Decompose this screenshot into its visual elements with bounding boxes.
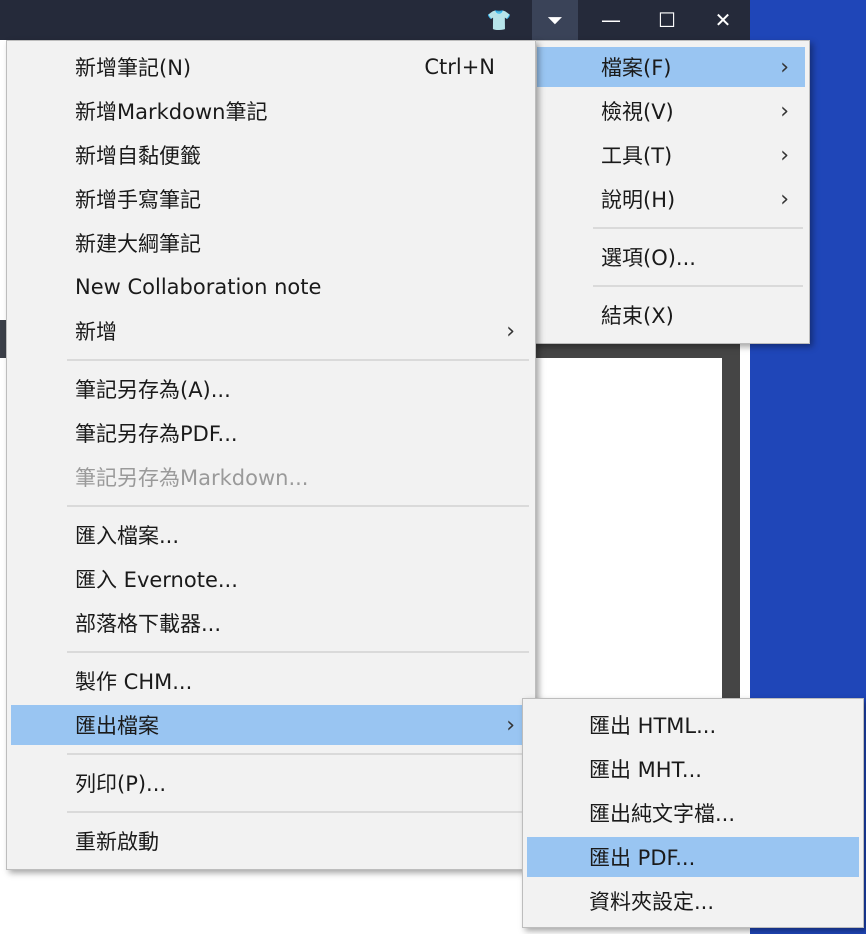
editor-frame [722, 340, 740, 720]
menu-item-export-html[interactable]: 匯出 HTML... [527, 705, 859, 745]
menu-item-new-collaboration-note[interactable]: New Collaboration note [11, 267, 531, 307]
menu-item-save-note-as-markdown: 筆記另存為Markdown... [11, 457, 531, 497]
menu-separator [67, 359, 529, 361]
chevron-right-icon: › [780, 142, 789, 168]
menu-item-folder-settings[interactable]: 資料夾設定... [527, 881, 859, 921]
menu-item-label: 結束(X) [601, 304, 674, 328]
menu-item-label: 新增筆記(N) [75, 56, 192, 80]
menu-item-label: 新建大綱筆記 [75, 232, 201, 256]
menu-item-new-handwriting-note[interactable]: 新增手寫筆記 [11, 179, 531, 219]
menu-item-label: 匯出 PDF... [589, 846, 696, 870]
menu-item-label: 工具(T) [601, 144, 673, 168]
menu-item-label: 說明(H) [601, 188, 676, 212]
menu-item-export-text[interactable]: 匯出純文字檔... [527, 793, 859, 833]
menu-item-export-mht[interactable]: 匯出 MHT... [527, 749, 859, 789]
menu-item-options[interactable]: 選項(O)... [537, 237, 805, 277]
menu-item-label: 匯出 HTML... [589, 714, 717, 738]
menu-separator [593, 285, 803, 287]
minimize-icon[interactable]: — [588, 0, 634, 40]
menu-item-label: 筆記另存為(A)... [75, 378, 231, 402]
main-menu: 檔案(F) › 檢視(V) › 工具(T) › 說明(H) › 選項(O)...… [532, 40, 810, 344]
menu-item-export-pdf[interactable]: 匯出 PDF... [527, 837, 859, 877]
menu-item-label: 新增手寫筆記 [75, 188, 201, 212]
skin-icon[interactable]: 👕 [476, 0, 522, 40]
menu-item-restart[interactable]: 重新啟動 [11, 821, 531, 861]
menu-item-label: 選項(O)... [601, 246, 696, 270]
menu-item-view[interactable]: 檢視(V) › [537, 91, 805, 131]
menu-item-save-note-as-pdf[interactable]: 筆記另存為PDF... [11, 413, 531, 453]
menu-item-print[interactable]: 列印(P)... [11, 763, 531, 803]
menu-item-label: 檔案(F) [601, 56, 672, 80]
menu-item-label: 筆記另存為Markdown... [75, 466, 309, 490]
chevron-right-icon: › [780, 54, 789, 80]
menu-item-new-sticky-note[interactable]: 新增自黏便籤 [11, 135, 531, 175]
menu-separator [67, 753, 529, 755]
menu-item-label: 匯出純文字檔... [589, 802, 736, 826]
close-icon[interactable]: ✕ [700, 0, 746, 40]
shortcut-label: Ctrl+N [424, 55, 495, 79]
menu-item-export-file[interactable]: 匯出檔案 › [11, 705, 531, 745]
menu-item-file[interactable]: 檔案(F) › [537, 47, 805, 87]
chevron-right-icon: › [506, 712, 515, 738]
menu-separator [67, 651, 529, 653]
menu-item-label: New Collaboration note [75, 275, 322, 299]
menu-item-new-note[interactable]: 新增筆記(N) Ctrl+N [11, 47, 531, 87]
menu-item-label: 列印(P)... [75, 772, 167, 796]
menu-item-tools[interactable]: 工具(T) › [537, 135, 805, 175]
menu-item-save-note-as[interactable]: 筆記另存為(A)... [11, 369, 531, 409]
menu-separator [67, 505, 529, 507]
menu-item-label: 筆記另存為PDF... [75, 422, 238, 446]
menu-item-label: 匯出 MHT... [589, 758, 702, 782]
menu-item-label: 匯入 Evernote... [75, 568, 238, 592]
menu-item-new[interactable]: 新增 › [11, 311, 531, 351]
menu-separator [593, 227, 803, 229]
menu-item-label: 資料夾設定... [589, 890, 715, 914]
menu-item-label: 部落格下載器... [75, 612, 222, 636]
chevron-right-icon: › [780, 186, 789, 212]
menu-item-import-evernote[interactable]: 匯入 Evernote... [11, 559, 531, 599]
menu-separator [67, 811, 529, 813]
menu-item-make-chm[interactable]: 製作 CHM... [11, 661, 531, 701]
menu-item-exit[interactable]: 結束(X) [537, 295, 805, 335]
menu-item-label: 匯入檔案... [75, 524, 180, 548]
menu-item-import-file[interactable]: 匯入檔案... [11, 515, 531, 555]
file-submenu: 新增筆記(N) Ctrl+N 新增Markdown筆記 新增自黏便籤 新增手寫筆… [6, 40, 536, 870]
maximize-icon[interactable]: ☐ [644, 0, 690, 40]
menu-item-label: 新增Markdown筆記 [75, 100, 268, 124]
chevron-right-icon: › [780, 98, 789, 124]
menu-item-new-markdown-note[interactable]: 新增Markdown筆記 [11, 91, 531, 131]
export-submenu: 匯出 HTML... 匯出 MHT... 匯出純文字檔... 匯出 PDF...… [522, 698, 864, 928]
menu-item-label: 匯出檔案 [75, 714, 159, 738]
chevron-right-icon: › [506, 318, 515, 344]
menu-item-label: 製作 CHM... [75, 670, 193, 694]
menu-item-label: 檢視(V) [601, 100, 674, 124]
title-bar [0, 0, 750, 40]
menu-item-new-outline-note[interactable]: 新建大綱筆記 [11, 223, 531, 263]
menu-dropdown-icon[interactable]: ⏷ [532, 0, 578, 40]
menu-item-help[interactable]: 說明(H) › [537, 179, 805, 219]
menu-item-blog-downloader[interactable]: 部落格下載器... [11, 603, 531, 643]
menu-item-label: 重新啟動 [75, 830, 159, 854]
menu-item-label: 新增 [75, 320, 117, 344]
menu-item-label: 新增自黏便籤 [75, 144, 201, 168]
